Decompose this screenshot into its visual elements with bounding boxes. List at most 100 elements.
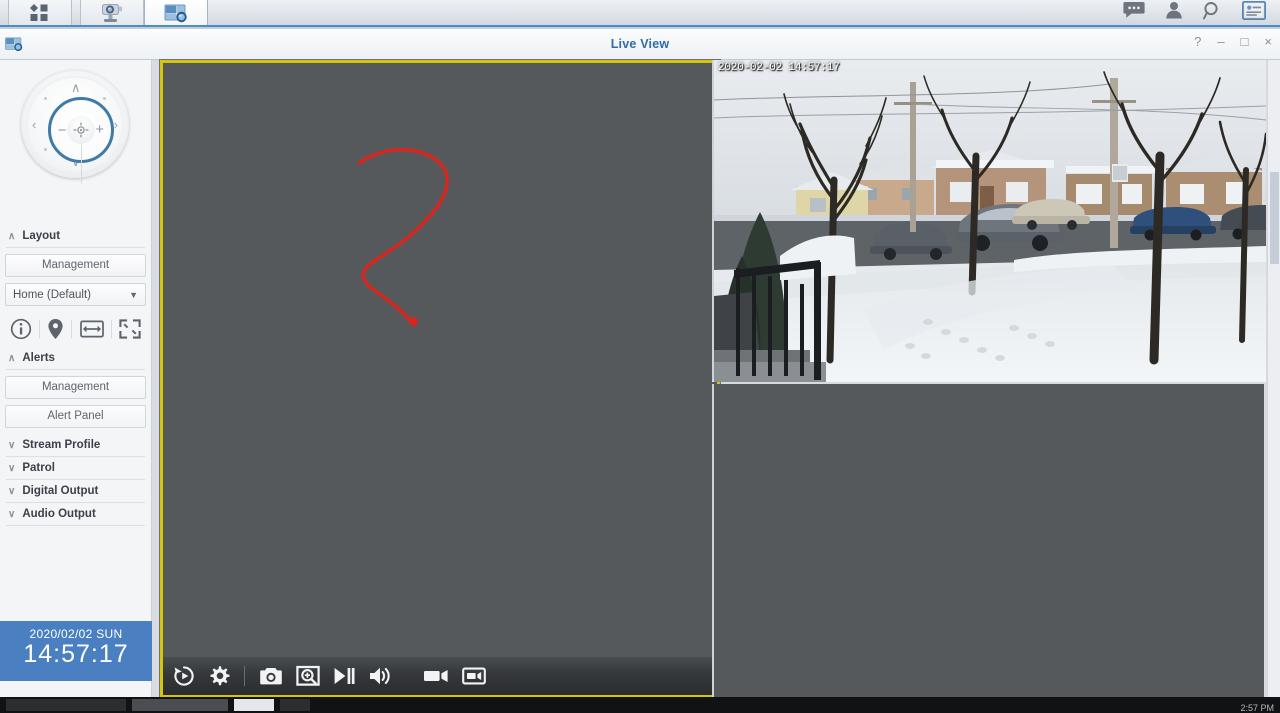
chevron-down-icon: ∨	[8, 439, 16, 451]
divider	[6, 525, 145, 526]
video-cell-empty[interactable]	[712, 384, 1264, 698]
page-title: Live View	[610, 37, 670, 51]
os-taskbar: 2:57 PM	[0, 697, 1280, 713]
ptz-zoom-ring[interactable]: − +	[48, 97, 114, 184]
ptz-target-icon	[73, 122, 89, 138]
window-title-bar: Live View ? – □ ×	[0, 29, 1280, 60]
left-sidebar: ∧ ∨ ‹ › − +	[0, 60, 152, 697]
ptz-outer-ring: ∧ ∨ ‹ › − +	[21, 70, 129, 184]
play-pause-icon[interactable]	[333, 666, 355, 686]
fit-width-icon[interactable]	[79, 320, 104, 338]
clock-date: 2020/02/02 SUN	[29, 627, 123, 641]
clock-widget: 2020/02/02 SUN 14:57:17	[0, 621, 152, 681]
alert-panel-button[interactable]: Alert Panel	[5, 405, 146, 428]
chevron-down-icon: ∨	[8, 485, 16, 497]
sidebar-section-stream-profile-label: Stream Profile	[22, 439, 101, 451]
snapshot-camera-icon[interactable]	[259, 666, 283, 686]
video-surface[interactable]	[163, 63, 717, 695]
chevron-down-icon: ∨	[8, 462, 16, 474]
divider	[6, 369, 145, 370]
chevron-down-icon: ∨	[8, 508, 16, 520]
gear-settings-icon[interactable]	[208, 665, 230, 687]
tab-ip-camera[interactable]	[80, 0, 144, 25]
ptz-zoom-out-button[interactable]: −	[58, 122, 67, 139]
map-pin-icon[interactable]	[47, 318, 64, 340]
ptz-dot-nw	[44, 97, 47, 100]
ptz-zoom-in-button[interactable]: +	[95, 121, 104, 138]
help-button[interactable]: ?	[1194, 34, 1201, 50]
sidebar-section-stream-profile[interactable]: ∨ Stream Profile	[0, 434, 151, 456]
taskbar-item[interactable]	[280, 699, 310, 711]
taskbar-item[interactable]	[6, 699, 126, 711]
sidebar-section-digital-output-label: Digital Output	[22, 485, 99, 497]
record-camcorder-icon[interactable]	[423, 668, 449, 684]
clock-time: 14:57:17	[23, 640, 129, 668]
ptz-control[interactable]: ∧ ∨ ‹ › − +	[0, 60, 152, 225]
info-icon[interactable]	[10, 318, 32, 340]
video-cell-camera[interactable]: 2020-02-02 14:57:17	[712, 60, 1268, 382]
window-controls: ? – □ ×	[1194, 34, 1272, 50]
divider	[111, 320, 113, 338]
layout-select-value: Home (Default)	[13, 288, 91, 301]
divider	[6, 247, 145, 248]
ip-camera-icon	[99, 2, 125, 24]
tab-bar-filler	[208, 0, 1123, 25]
red-ink-annotation	[357, 148, 449, 327]
top-tab-bar	[0, 0, 1280, 27]
taskbar-clock: 2:57 PM	[1240, 703, 1274, 713]
search-icon[interactable]	[1203, 1, 1222, 25]
live-view-icon	[163, 2, 189, 24]
fullscreen-icon[interactable]	[119, 319, 141, 339]
maximize-button[interactable]: □	[1241, 34, 1249, 50]
chevron-up-icon: ∧	[8, 352, 16, 364]
layout-select[interactable]: Home (Default) ▼	[5, 283, 146, 306]
video-toolbar	[163, 657, 717, 695]
notification-panel-icon[interactable]	[1241, 0, 1267, 25]
sidebar-section-alerts[interactable]: ∧ Alerts	[0, 347, 151, 369]
tab-apps-grid[interactable]	[8, 0, 72, 25]
video-grid: 2020-02-02 14:57:17	[152, 59, 1280, 699]
digital-zoom-icon[interactable]	[296, 665, 320, 687]
ptz-right-arrow[interactable]: ›	[114, 117, 118, 132]
sidebar-section-audio-output-label: Audio Output	[22, 508, 96, 520]
top-right-icons	[1123, 0, 1280, 25]
sidebar-section-layout-label: Layout	[22, 230, 61, 242]
sidebar-section-alerts-label: Alerts	[22, 352, 55, 364]
manual-recording-icon[interactable]	[462, 667, 486, 685]
alerts-management-button[interactable]: Management	[5, 376, 146, 399]
speaker-volume-icon[interactable]	[368, 666, 392, 686]
ptz-inner-plate: ∧ ∨ ‹ › − +	[27, 76, 123, 184]
divider	[244, 666, 245, 686]
tab-live-view[interactable]	[144, 0, 208, 25]
camera-timestamp: 2020-02-02 14:57:17	[718, 62, 840, 74]
layout-icon-row	[6, 315, 145, 343]
camera-feed-image	[713, 60, 1268, 382]
chevron-up-icon: ∧	[8, 230, 16, 242]
chat-icon[interactable]	[1123, 1, 1145, 24]
vertical-scrollbar[interactable]	[1267, 60, 1280, 697]
taskbar-item[interactable]	[132, 699, 228, 711]
sidebar-section-digital-output[interactable]: ∨ Digital Output	[0, 480, 151, 502]
playback-history-icon[interactable]	[173, 665, 195, 687]
taskbar-item[interactable]	[234, 699, 274, 711]
sidebar-section-layout[interactable]: ∧ Layout	[0, 225, 151, 247]
layout-management-button[interactable]: Management	[5, 254, 146, 277]
close-button[interactable]: ×	[1264, 34, 1272, 50]
sidebar-section-patrol-label: Patrol	[22, 462, 55, 474]
video-cell-selected[interactable]	[159, 59, 721, 699]
sidebar-section-patrol[interactable]: ∨ Patrol	[0, 457, 151, 479]
apps-grid-icon	[29, 3, 51, 23]
ptz-left-arrow[interactable]: ‹	[32, 117, 36, 132]
user-icon[interactable]	[1165, 1, 1183, 24]
chevron-down-icon: ▼	[129, 289, 138, 300]
divider	[38, 320, 40, 338]
divider	[71, 320, 73, 338]
ptz-dot-sw	[44, 148, 47, 151]
scrollbar-thumb[interactable]	[1270, 172, 1279, 264]
ptz-dot-ne	[103, 97, 106, 100]
minimize-button[interactable]: –	[1217, 34, 1224, 50]
sidebar-section-audio-output[interactable]: ∨ Audio Output	[0, 503, 151, 525]
ptz-home-button[interactable]	[67, 116, 95, 144]
ptz-up-arrow[interactable]: ∧	[71, 80, 81, 96]
